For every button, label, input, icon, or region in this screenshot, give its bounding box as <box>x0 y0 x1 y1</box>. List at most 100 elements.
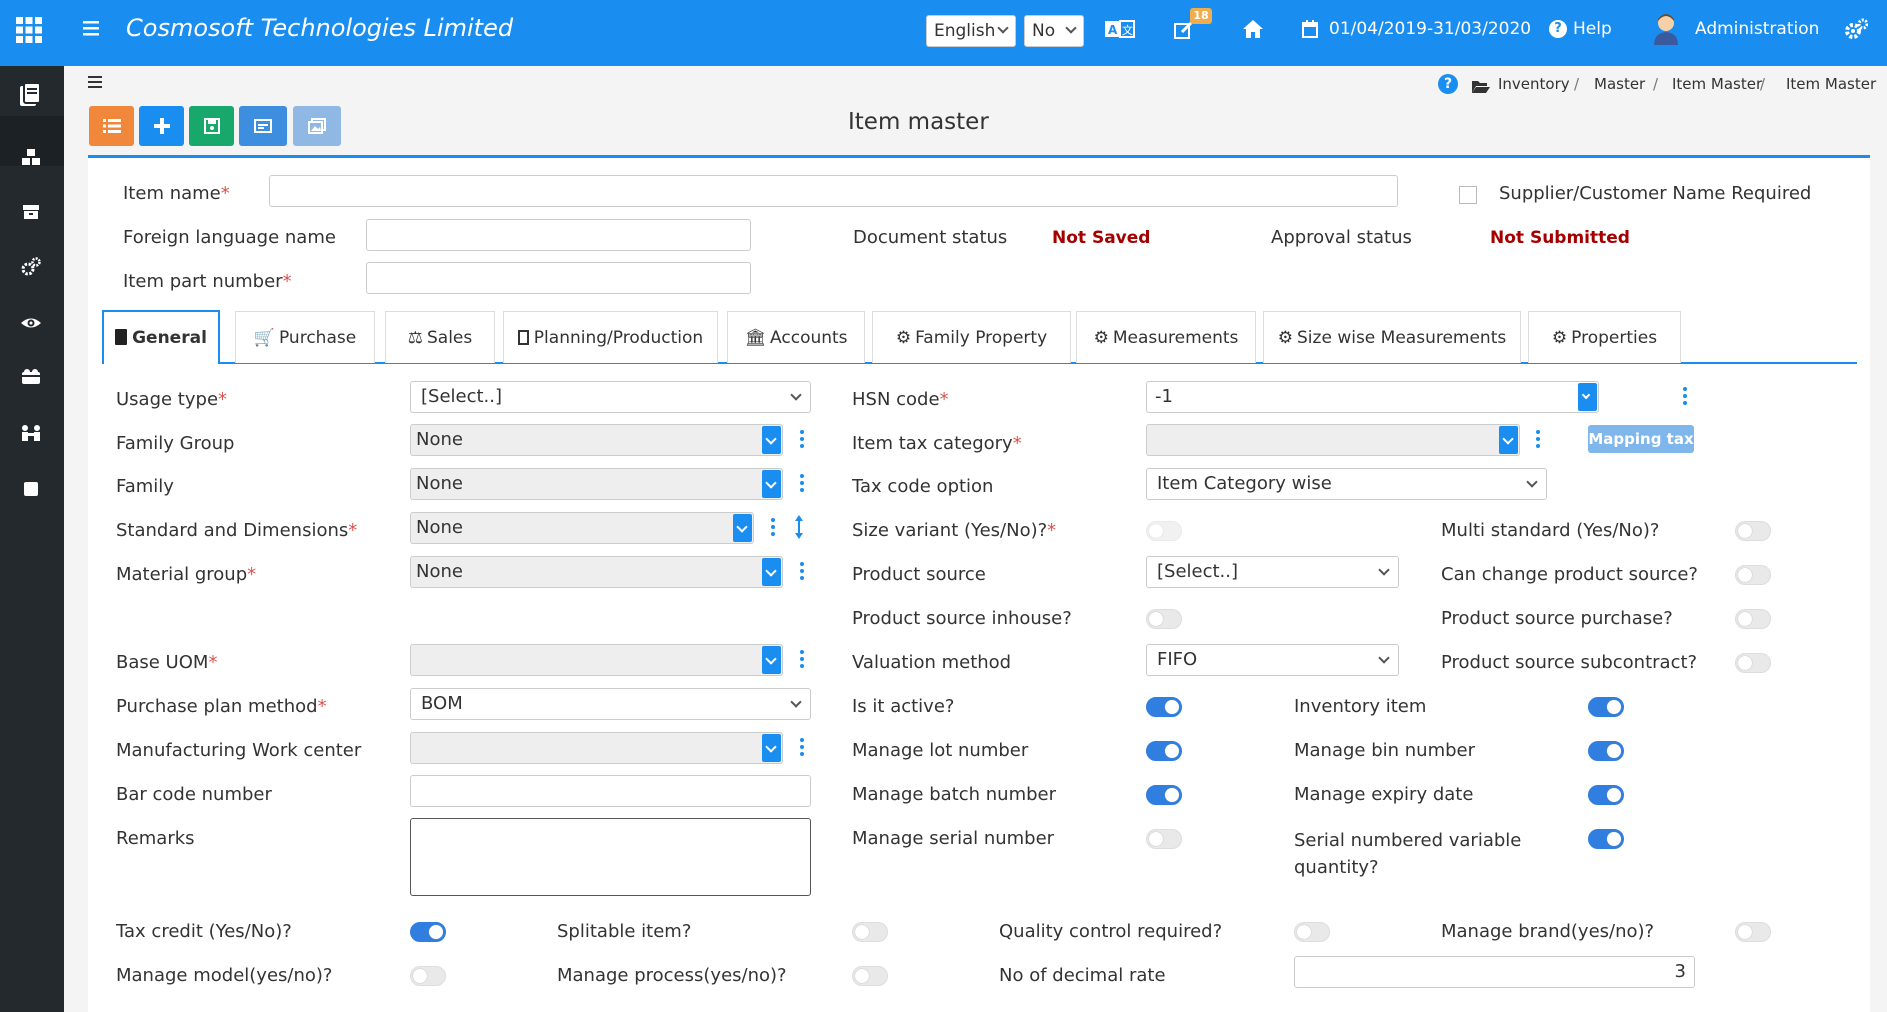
images-button[interactable] <box>293 106 341 146</box>
usage-type-select[interactable]: [Select..] <box>410 381 811 413</box>
remarks-textarea[interactable] <box>410 818 811 896</box>
chevron-down-icon[interactable] <box>762 558 781 586</box>
splitable-toggle[interactable] <box>852 922 888 942</box>
supplier-customer-checkbox[interactable] <box>1459 186 1477 204</box>
list-button[interactable] <box>89 106 134 146</box>
hsn-code-select[interactable]: -1 <box>1146 381 1599 413</box>
sidebar-archive-icon[interactable] <box>20 200 42 222</box>
material-group-dropdown[interactable]: None <box>410 556 783 588</box>
decimal-rate-input[interactable]: 3 <box>1294 956 1695 988</box>
add-button[interactable] <box>139 106 184 146</box>
manage-brand-toggle[interactable] <box>1735 922 1771 942</box>
source-purchase-toggle[interactable] <box>1735 609 1771 629</box>
chevron-down-icon[interactable] <box>733 514 752 542</box>
manage-serial-toggle[interactable] <box>1146 829 1182 849</box>
family-more-icon[interactable] <box>799 472 805 496</box>
manage-model-toggle[interactable] <box>410 966 446 986</box>
sidebar-square-icon[interactable] <box>20 478 42 500</box>
inventory-item-toggle[interactable] <box>1588 697 1624 717</box>
financial-year[interactable]: 01/04/2019-31/03/2020 <box>1329 0 1531 58</box>
sidebar-boxes-icon[interactable] <box>20 366 42 388</box>
product-inhouse-toggle[interactable] <box>1146 609 1182 629</box>
base-uom-dropdown[interactable] <box>410 644 783 676</box>
content-menu-icon[interactable] <box>88 74 102 88</box>
manage-lot-toggle[interactable] <box>1146 741 1182 761</box>
source-subcontract-toggle[interactable] <box>1735 653 1771 673</box>
chevron-down-icon[interactable] <box>762 734 781 762</box>
translate-icon[interactable]: A文 <box>1104 20 1136 38</box>
card-button[interactable] <box>239 106 287 146</box>
source-purchase-label: Product source purchase? <box>1441 608 1673 629</box>
sidebar-cogs-icon[interactable] <box>20 256 42 278</box>
chevron-down-icon[interactable] <box>762 646 781 674</box>
tax-code-option-select[interactable]: Item Category wise <box>1146 468 1547 500</box>
quality-control-toggle[interactable] <box>1294 922 1330 942</box>
tab-family-property[interactable]: ⚙ Family Property <box>872 311 1071 363</box>
yes-no-select[interactable]: No <box>1024 15 1084 47</box>
tab-measurements[interactable]: ⚙ Measurements <box>1076 311 1256 363</box>
breadcrumb-item-master[interactable]: Item Master <box>1672 72 1762 96</box>
manage-bin-toggle[interactable] <box>1588 741 1624 761</box>
purchase-plan-select[interactable]: BOM <box>410 688 811 720</box>
manage-expiry-toggle[interactable] <box>1588 785 1624 805</box>
base-uom-more-icon[interactable] <box>799 648 805 672</box>
chevron-down-icon[interactable] <box>762 470 781 498</box>
tax-category-more-icon[interactable] <box>1535 428 1541 452</box>
breadcrumb-inventory[interactable]: Inventory <box>1498 72 1570 96</box>
multi-standard-toggle[interactable] <box>1735 521 1771 541</box>
tab-properties[interactable]: ⚙ Properties <box>1528 311 1681 363</box>
manage-process-toggle[interactable] <box>852 966 888 986</box>
family-dropdown[interactable]: None <box>410 468 783 500</box>
work-center-more-icon[interactable] <box>799 736 805 760</box>
item-name-input[interactable] <box>269 175 1398 207</box>
user-avatar-icon[interactable] <box>1653 13 1679 45</box>
manage-batch-toggle[interactable] <box>1146 785 1182 805</box>
tab-purchase[interactable]: 🛒 Purchase <box>235 311 375 363</box>
tab-general[interactable]: General <box>102 310 220 364</box>
menu-toggle-icon[interactable] <box>83 20 99 36</box>
part-number-input[interactable] <box>366 262 751 294</box>
tab-accounts[interactable]: 🏛 Accounts <box>727 311 865 363</box>
chevron-down-icon[interactable] <box>1499 426 1518 454</box>
std-dim-dropdown[interactable]: None <box>410 512 754 544</box>
tax-category-dropdown[interactable] <box>1146 424 1520 456</box>
hsn-more-icon[interactable] <box>1682 385 1688 409</box>
serial-variable-toggle[interactable] <box>1588 829 1624 849</box>
settings-gears-icon[interactable] <box>1844 18 1869 40</box>
mapping-tax-button[interactable]: Mapping tax <box>1588 425 1694 453</box>
resize-vertical-icon[interactable] <box>794 514 804 540</box>
help-icon[interactable]: ? <box>1549 20 1567 38</box>
can-change-source-toggle[interactable] <box>1735 565 1771 585</box>
work-center-dropdown[interactable] <box>410 732 783 764</box>
product-source-select[interactable]: [Select..] <box>1146 556 1399 588</box>
tab-sales[interactable]: ⚖ Sales <box>385 311 495 363</box>
barcode-input[interactable] <box>410 775 811 807</box>
tax-credit-toggle[interactable] <box>410 922 446 942</box>
breadcrumb-help-icon[interactable]: ? <box>1438 74 1458 94</box>
chevron-down-icon[interactable] <box>1578 383 1597 411</box>
material-group-more-icon[interactable] <box>799 560 805 584</box>
std-dim-more-icon[interactable] <box>770 516 776 540</box>
family-group-more-icon[interactable] <box>799 428 805 452</box>
home-icon[interactable] <box>1242 19 1264 39</box>
tab-planning-production[interactable]: Planning/Production <box>503 311 718 363</box>
size-variant-toggle[interactable] <box>1146 521 1182 541</box>
family-group-dropdown[interactable]: None <box>410 424 783 456</box>
save-button[interactable] <box>189 106 234 146</box>
calendar-icon[interactable] <box>1302 20 1318 38</box>
user-name[interactable]: Administration <box>1695 0 1819 58</box>
foreign-name-input[interactable] <box>366 219 751 251</box>
chevron-down-icon[interactable] <box>762 426 781 454</box>
sidebar-eye-icon[interactable] <box>20 312 42 334</box>
valuation-method-select[interactable]: FIFO <box>1146 644 1399 676</box>
tab-size-wise-measurements[interactable]: ⚙ Size wise Measurements <box>1263 311 1521 363</box>
breadcrumb-master[interactable]: Master <box>1594 72 1645 96</box>
help-link[interactable]: Help <box>1573 0 1612 58</box>
quality-control-label: Quality control required? <box>999 921 1223 942</box>
sidebar-documents-icon[interactable] <box>17 82 43 108</box>
is-active-toggle[interactable] <box>1146 697 1182 717</box>
apps-grid-icon[interactable] <box>16 17 42 43</box>
sidebar-cubes-icon[interactable] <box>20 146 42 168</box>
sidebar-users-icon[interactable] <box>20 422 42 444</box>
language-select[interactable]: English <box>926 15 1016 47</box>
